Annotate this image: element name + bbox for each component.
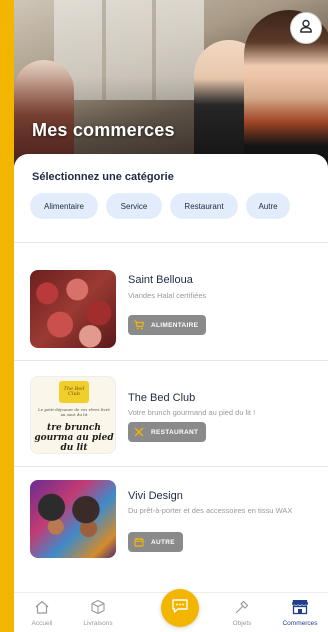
divider — [14, 242, 328, 243]
home-icon — [33, 598, 51, 616]
shop-description: Du prêt-à-porter et des accessoires en t… — [128, 506, 293, 515]
tools-icon — [233, 598, 251, 616]
chip-restaurant[interactable]: Restaurant — [170, 193, 238, 219]
shop-description: Votre brunch gourmand au pied du lit ! — [128, 408, 256, 417]
divider — [14, 466, 328, 467]
category-badge: AUTRE — [128, 532, 183, 552]
shop-thumbnail — [30, 480, 116, 558]
content-sheet: Sélectionnez une catégorie Alimentaire S… — [14, 154, 328, 594]
bed-club-logo: The Bed Club — [59, 381, 89, 403]
chip-service[interactable]: Service — [106, 193, 162, 219]
app-screen: Mes commerces Sélectionnez une catégorie… — [14, 0, 328, 632]
tab-objets[interactable]: Objets — [214, 598, 270, 632]
user-icon — [298, 18, 314, 39]
shop-item-the-bed-club[interactable]: The Bed Club Le petit-déjeuner de vos rê… — [14, 376, 328, 476]
tab-accueil[interactable]: Accueil — [14, 598, 70, 632]
shop-name: Saint Belloua — [128, 274, 193, 286]
chip-autre[interactable]: Autre — [246, 193, 290, 219]
shop-icon — [291, 598, 309, 616]
category-badge: ALIMENTAIRE — [128, 315, 207, 335]
cart-icon — [134, 320, 144, 330]
shop-item-saint-belloua[interactable]: Saint Belloua Viandes Halal certifiées A… — [14, 270, 328, 370]
box-icon — [89, 598, 107, 616]
chat-icon — [171, 597, 189, 620]
tab-commerces[interactable]: Commerces — [272, 598, 328, 632]
bottom-tab-bar: Accueil Livraisons Objets Commerces — [14, 589, 328, 632]
divider — [14, 360, 328, 361]
shop-thumbnail: The Bed Club Le petit-déjeuner de vos rê… — [30, 376, 116, 454]
chat-button[interactable] — [161, 589, 199, 627]
shop-item-vivi-design[interactable]: Vivi Design Du prêt-à-porter et des acce… — [14, 480, 328, 580]
category-badge: RESTAURANT — [128, 422, 207, 442]
page-title: Mes commerces — [32, 120, 175, 140]
device-frame-left — [0, 0, 14, 632]
utensils-icon — [134, 427, 144, 437]
profile-button[interactable] — [290, 12, 322, 44]
tab-livraisons[interactable]: Livraisons — [70, 598, 126, 632]
chip-alimentaire[interactable]: Alimentaire — [30, 193, 98, 219]
calendar-icon — [134, 537, 144, 547]
shop-name: The Bed Club — [128, 392, 196, 404]
shop-description: Viandes Halal certifiées — [128, 291, 207, 300]
shop-name: Vivi Design — [128, 490, 183, 502]
header-image — [14, 0, 328, 168]
category-section-title: Sélectionnez une catégorie — [32, 171, 174, 183]
shop-thumbnail — [30, 270, 116, 348]
